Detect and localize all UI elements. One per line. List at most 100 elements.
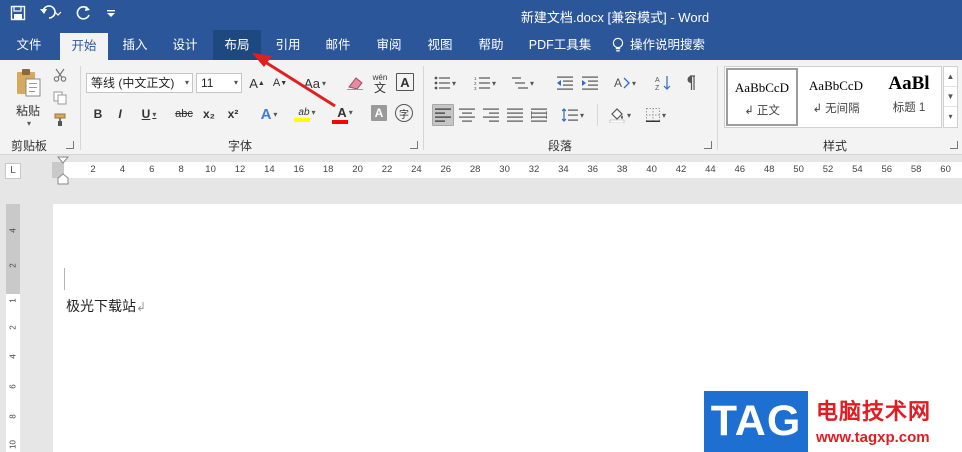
character-shading-button[interactable]: A <box>371 105 387 121</box>
tab-file[interactable]: 文件 <box>4 30 54 60</box>
line-spacing-button[interactable]: ▾ <box>558 104 588 126</box>
style-heading-1-name: 标题 1 <box>892 102 926 114</box>
phonetic-guide-button[interactable]: wén 文 <box>370 71 390 95</box>
tab-help[interactable]: 帮助 <box>469 30 513 60</box>
document-body-text[interactable]: 极光下载站↲ <box>66 296 146 316</box>
decrease-indent-icon <box>557 76 573 90</box>
ruler-number: 36 <box>587 164 599 175</box>
shrink-font-button[interactable]: A ▼ <box>271 73 289 93</box>
chevron-down-icon: ▾ <box>626 110 631 120</box>
decrease-indent-button[interactable] <box>555 73 575 93</box>
strikethrough-button[interactable]: abc <box>172 104 196 124</box>
italic-button[interactable]: I <box>112 104 128 124</box>
enclose-characters-label: 字 <box>399 109 409 121</box>
style-heading-1[interactable]: AaBl 标题 1 <box>873 68 945 126</box>
scroll-up-icon[interactable]: ▲ <box>944 67 957 87</box>
indent-markers-icon[interactable] <box>56 156 70 186</box>
chevron-down-icon: ▾ <box>233 78 238 87</box>
enclose-characters-button[interactable]: 字 <box>395 104 413 122</box>
tell-me-search[interactable]: 操作说明搜索 <box>612 30 724 60</box>
font-color-button[interactable]: A ▾ <box>330 102 360 126</box>
increase-indent-button[interactable] <box>580 73 600 93</box>
chevron-down-icon: ▾ <box>631 78 636 88</box>
paste-button[interactable]: 粘贴 ▾ <box>10 66 46 130</box>
ruler-number: 46 <box>734 164 746 175</box>
distributed-button[interactable] <box>528 104 550 126</box>
align-center-button[interactable] <box>456 104 478 126</box>
style-heading-1-sample: AaBl <box>888 73 930 94</box>
subscript-button[interactable]: x₂ <box>200 104 218 124</box>
tab-design[interactable]: 设计 <box>162 30 208 60</box>
gallery-more-icon[interactable]: ▾ <box>944 107 957 127</box>
tab-mailings[interactable]: 邮件 <box>316 30 360 60</box>
sort-button[interactable]: AZ <box>653 73 673 93</box>
style-normal[interactable]: AaBbCcD ↲ 正文 <box>726 68 798 126</box>
underline-button[interactable]: U ▾ <box>136 104 162 124</box>
ruler-number: 10 <box>8 440 18 449</box>
paint-bucket-icon <box>609 108 625 123</box>
bullets-button[interactable]: ▾ <box>430 73 460 93</box>
tab-selector[interactable]: L <box>5 163 21 179</box>
shading-button[interactable]: ▾ <box>604 104 636 126</box>
justify-button[interactable] <box>504 104 526 126</box>
change-case-button[interactable]: Aa ▾ <box>300 73 330 93</box>
scissors-icon <box>53 68 67 82</box>
tab-insert[interactable]: 插入 <box>112 30 158 60</box>
tab-home[interactable]: 开始 <box>60 33 108 60</box>
tab-pdf-tools[interactable]: PDF工具集 <box>522 30 598 60</box>
cut-button[interactable] <box>50 65 70 85</box>
styles-gallery-scroll[interactable]: ▲ ▼ ▾ <box>943 66 958 128</box>
paragraph-launcher-icon[interactable] <box>704 141 712 149</box>
align-right-icon <box>483 108 499 122</box>
ruler-number: 18 <box>322 164 334 175</box>
show-paragraph-marks-button[interactable] <box>680 73 700 93</box>
tab-view[interactable]: 视图 <box>418 30 462 60</box>
clear-formatting-button[interactable] <box>343 73 367 93</box>
grow-font-button[interactable]: A ▲ <box>248 73 266 93</box>
watermark-site-name: 电脑技术网 <box>816 399 932 424</box>
multilevel-list-button[interactable]: ▾ <box>508 73 538 93</box>
align-left-button[interactable] <box>432 104 454 126</box>
tag-logo-box: TAG <box>704 391 808 452</box>
bold-label: B <box>93 107 103 121</box>
text-effects-button[interactable]: A ▾ <box>254 104 284 124</box>
ruler-number: 10 <box>205 164 216 175</box>
scroll-down-icon[interactable]: ▼ <box>944 87 957 107</box>
bold-button[interactable]: B <box>90 104 106 124</box>
format-painter-button[interactable] <box>50 110 70 130</box>
font-name-combo[interactable]: 等线 (中文正文) ▾ <box>86 73 193 93</box>
chinese-layout-button[interactable]: A ▾ <box>610 73 640 93</box>
font-size-combo[interactable]: 11 ▾ <box>196 73 242 93</box>
paragraph-group-label: 段落 <box>547 139 572 153</box>
clipboard-launcher-icon[interactable] <box>66 141 74 149</box>
paragraph-mark-icon <box>687 75 695 90</box>
tab-review[interactable]: 审阅 <box>367 30 411 60</box>
ruler-number: 4 <box>119 164 126 175</box>
character-border-label: A <box>400 74 410 90</box>
align-right-button[interactable] <box>480 104 502 126</box>
paragraph-mark: ↲ <box>136 300 147 314</box>
tab-references[interactable]: 引用 <box>266 30 310 60</box>
style-no-spacing[interactable]: AaBbCcD ↲ 无间隔 <box>800 68 872 126</box>
styles-group-label: 样式 <box>822 139 847 153</box>
borders-button[interactable]: ▾ <box>640 104 672 126</box>
horizontal-ruler[interactable]: 2 4 6 8 10 12 14 16 18 20 22 24 26 28 30 32 34 36 38 40 42 44… <box>52 162 962 178</box>
font-launcher-icon[interactable] <box>410 141 418 149</box>
numbering-button[interactable]: 123 ▾ <box>470 73 500 93</box>
ruler-number: 6 <box>149 164 155 175</box>
superscript-button[interactable]: x² <box>224 104 242 124</box>
highlight-button[interactable]: ab ▾ <box>292 102 322 126</box>
styles-launcher-icon[interactable] <box>950 141 958 149</box>
style-no-spacing-name: ↲ 无间隔 <box>812 103 860 115</box>
font-name-value: 等线 (中文正文) <box>91 76 175 90</box>
font-color-bar <box>332 119 348 124</box>
copy-button[interactable] <box>50 88 70 108</box>
ruler-number: 22 <box>381 164 393 175</box>
vertical-ruler[interactable]: 4 2 1 2 4 6 8 10 <box>6 204 20 452</box>
character-border-button[interactable]: A <box>396 73 414 91</box>
paragraph-text: 极光下载站 <box>66 298 136 314</box>
multilevel-list-icon <box>511 77 528 89</box>
ruler-number: 28 <box>469 164 481 175</box>
tab-layout[interactable]: 布局 <box>213 30 261 60</box>
ruler-number: 42 <box>675 164 687 175</box>
